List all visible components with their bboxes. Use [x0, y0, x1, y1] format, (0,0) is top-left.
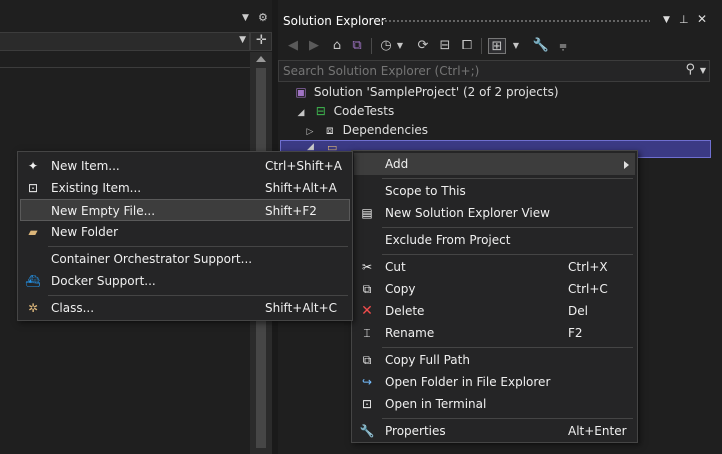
filter-dropdown-icon[interactable]: ▼ — [391, 38, 409, 54]
menu-separator — [382, 227, 633, 228]
tree-item-dependencies[interactable]: ▷ ⧈ Dependencies — [303, 121, 429, 140]
title-grip[interactable] — [380, 19, 650, 24]
dependencies-icon: ⧈ — [326, 123, 334, 137]
menu-item-new-empty-file[interactable]: New Empty File... Shift+F2 — [20, 199, 350, 221]
menu-separator — [382, 347, 633, 348]
tree-item-project[interactable]: ◢ ⊟ CodeTests — [294, 102, 395, 121]
home-icon[interactable]: ⌂ — [328, 38, 346, 54]
sync-icon[interactable]: ⟳ — [414, 38, 432, 54]
copy-path-icon: ⧉ — [362, 353, 372, 367]
search-input[interactable] — [283, 63, 673, 79]
editor-divider — [0, 67, 250, 68]
back-icon[interactable]: ◀ — [284, 38, 302, 54]
menu-item-container-orchestrator-support[interactable]: Container Orchestrator Support... — [20, 248, 350, 270]
menu-item-add[interactable]: Add — [354, 153, 635, 175]
menu-item-open-folder-in-file-explorer[interactable]: ↪ Open Folder in File Explorer — [354, 371, 635, 393]
tree-item-solution[interactable]: ▣ Solution 'SampleProject' (2 of 2 proje… — [292, 83, 559, 102]
window-dropdown-icon[interactable]: ▼ — [242, 13, 249, 23]
tree-item-label: CodeTests — [333, 104, 395, 118]
menu-item-new-item[interactable]: ✦ New Item... Ctrl+Shift+A — [20, 155, 350, 177]
split-editor-button[interactable]: ✛ — [250, 32, 272, 51]
context-menu: Add Scope to This ▤ New Solution Explore… — [351, 150, 638, 443]
preview-selected-items-icon[interactable]: ⊞ — [488, 38, 506, 54]
copy-icon: ⧉ — [362, 282, 372, 296]
tree-item-label: Solution 'SampleProject' (2 of 2 project… — [313, 85, 559, 99]
scissors-icon: ✂ — [361, 260, 373, 274]
new-item-icon: ✦ — [27, 159, 39, 173]
search-icon[interactable]: ⚲ — [685, 62, 695, 77]
menu-item-class[interactable]: ✲ Class... Shift+Alt+C — [20, 297, 350, 319]
toolbar-separator — [481, 38, 482, 54]
docker-icon: ⛴ — [25, 274, 41, 288]
existing-item-icon: ⊡ — [27, 181, 39, 195]
search-box[interactable]: ⚲ ▼ — [278, 60, 710, 82]
menu-separator — [382, 418, 633, 419]
solution-icon: ▣ — [295, 85, 307, 99]
forward-icon[interactable]: ▶ — [305, 38, 323, 54]
collapse-all-icon[interactable]: ⊟ — [436, 38, 454, 54]
toolbar-separator — [371, 38, 372, 54]
split-icon: ✛ — [256, 33, 267, 48]
show-all-files-icon[interactable]: ⧠ — [458, 38, 476, 54]
wrench-icon[interactable]: 🔧 — [532, 38, 550, 54]
menu-item-properties[interactable]: 🔧 Properties Alt+Enter — [354, 420, 635, 442]
add-submenu: ✦ New Item... Ctrl+Shift+A ⊡ Existing It… — [17, 151, 353, 321]
close-icon[interactable]: ✕ — [697, 12, 707, 26]
panel-dropdown-icon[interactable]: ▼ — [663, 15, 670, 25]
rename-icon: ⌶ — [363, 326, 371, 340]
wrench-icon: 🔧 — [359, 424, 375, 438]
menu-separator — [382, 178, 633, 179]
menu-item-open-in-terminal[interactable]: ⊡ Open in Terminal — [354, 393, 635, 415]
menu-separator — [48, 246, 348, 247]
terminal-icon: ⊡ — [361, 397, 373, 411]
menu-item-delete[interactable]: ✕ Delete Del — [354, 300, 635, 322]
menu-item-new-folder[interactable]: ▰ New Folder — [20, 221, 350, 243]
menu-item-new-solution-explorer-view[interactable]: ▤ New Solution Explorer View — [354, 202, 635, 224]
solution-explorer-titlebar: Solution Explorer ▼ ⊥ ✕ — [278, 10, 722, 32]
submenu-arrow-icon — [624, 161, 629, 169]
menu-item-exclude-from-project[interactable]: Exclude From Project — [354, 229, 635, 251]
delete-x-icon: ✕ — [361, 303, 373, 319]
scroll-up-icon[interactable] — [256, 56, 266, 62]
new-view-icon: ▤ — [361, 206, 373, 220]
test-project-icon: ⊟ — [315, 104, 326, 118]
gear-icon[interactable]: ⚙ — [258, 11, 268, 24]
search-options-icon[interactable]: ▼ — [700, 66, 706, 75]
view-dropdown-icon[interactable]: ▼ — [507, 38, 525, 54]
menu-item-copy[interactable]: ⧉ Copy Ctrl+C — [354, 278, 635, 300]
class-icon: ✲ — [27, 301, 39, 315]
editor-title-strip: ▼ ⚙ — [0, 10, 272, 32]
menu-separator — [382, 254, 633, 255]
new-folder-icon: ▰ — [28, 225, 38, 239]
menu-item-rename[interactable]: ⌶ Rename F2 — [354, 322, 635, 344]
menu-separator — [48, 295, 348, 296]
navigation-combo[interactable]: ▼ — [0, 32, 250, 51]
menu-item-scope-to-this[interactable]: Scope to This — [354, 180, 635, 202]
menu-item-existing-item[interactable]: ⊡ Existing Item... Shift+Alt+A — [20, 177, 350, 199]
tree-item-label: Dependencies — [342, 123, 429, 137]
properties-toolbar-icon[interactable]: ⩦ — [554, 38, 572, 54]
menu-item-copy-full-path[interactable]: ⧉ Copy Full Path — [354, 349, 635, 371]
pin-icon[interactable]: ⊥ — [679, 13, 689, 26]
panel-title: Solution Explorer — [283, 14, 386, 28]
switch-views-icon[interactable]: ⧉ — [348, 38, 366, 54]
menu-item-cut[interactable]: ✂ Cut Ctrl+X — [354, 256, 635, 278]
solution-explorer-toolbar: ◀ ▶ ⌂ ⧉ ◷ ▼ ⟳ ⊟ ⧠ ⊞ ▼ 🔧 ⩦ — [278, 33, 722, 59]
menu-item-docker-support[interactable]: ⛴ Docker Support... — [20, 270, 350, 292]
chevron-down-icon: ▼ — [239, 35, 246, 45]
open-folder-arrow-icon: ↪ — [361, 375, 373, 389]
